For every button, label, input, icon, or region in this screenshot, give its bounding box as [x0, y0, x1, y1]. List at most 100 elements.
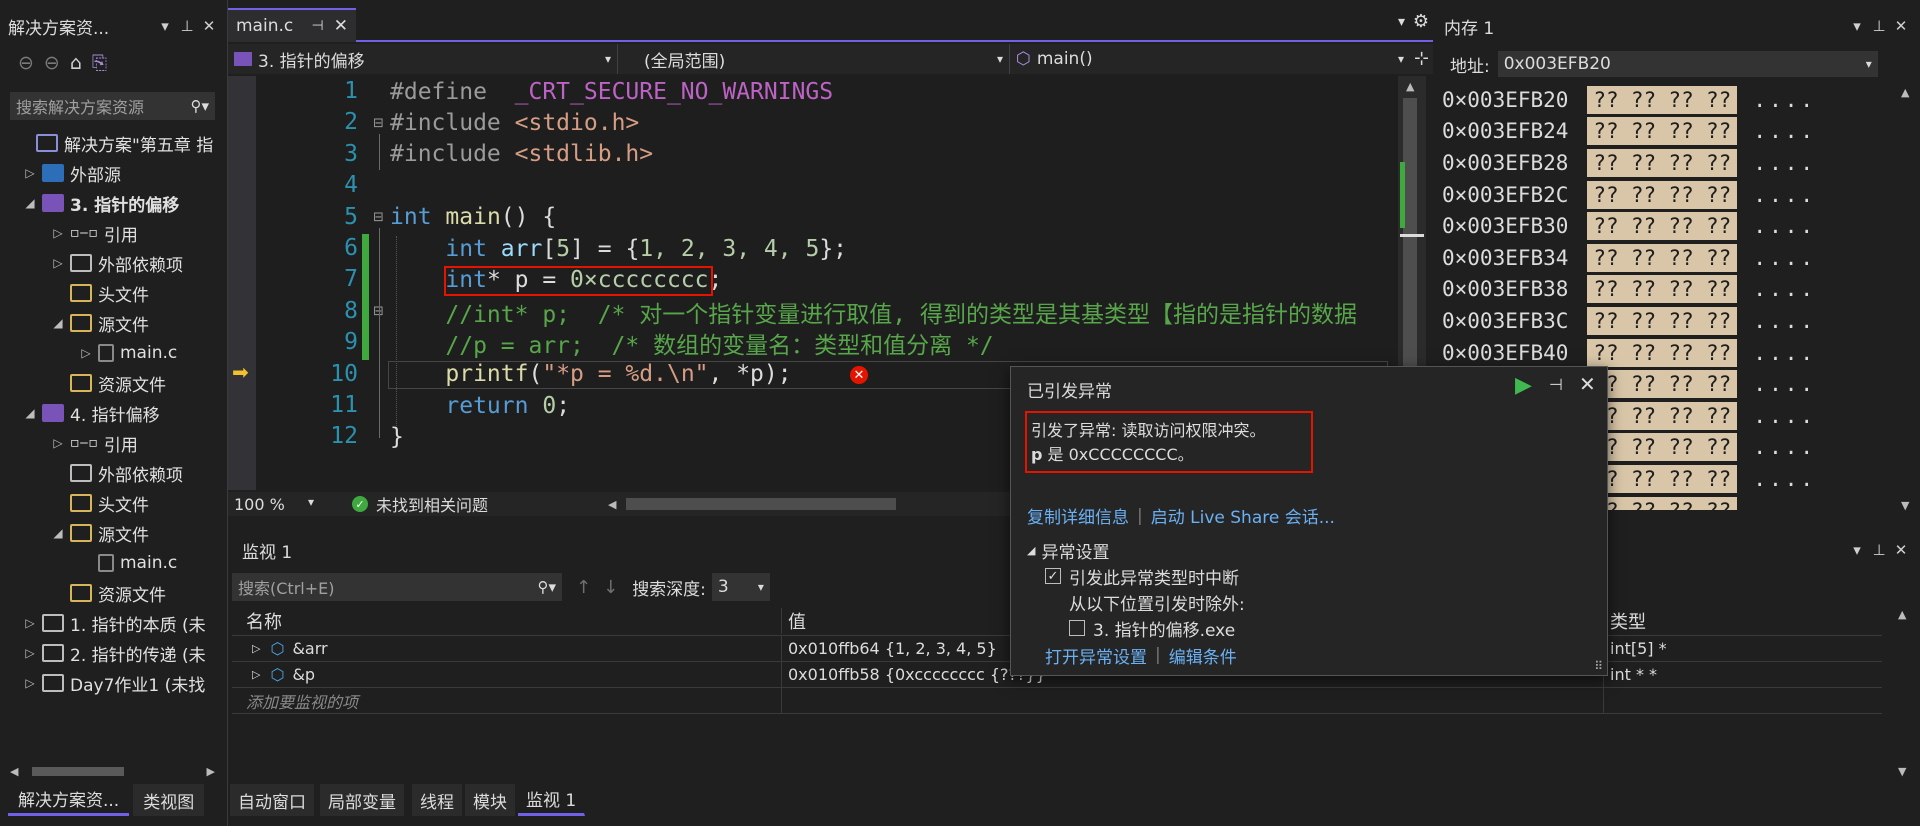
memory-byte[interactable]: ?? — [1668, 246, 1693, 270]
issues-status[interactable]: 未找到相关问题 — [376, 492, 488, 516]
memory-bytes[interactable]: ???????? — [1587, 401, 1738, 430]
live-share-link[interactable]: 启动 Live Share 会话... — [1151, 503, 1335, 528]
collapse-icon[interactable]: ◢ — [50, 316, 66, 330]
memory-byte[interactable]: ?? — [1631, 119, 1656, 143]
tree-header-files[interactable]: 头文件 — [66, 488, 149, 518]
memory-byte[interactable]: ?? — [1631, 341, 1656, 365]
search-input[interactable]: 搜索解决方案资源 — [16, 94, 190, 118]
memory-byte[interactable]: ?? — [1668, 435, 1693, 459]
memory-row[interactable]: 0×003EFB34????????.... — [1436, 242, 1816, 274]
collapse-icon[interactable]: ◢ — [50, 526, 66, 540]
memory-byte[interactable]: ?? — [1593, 88, 1618, 112]
memory-bytes[interactable]: ???????? — [1587, 212, 1738, 241]
memory-byte[interactable]: ?? — [1706, 246, 1731, 270]
column-header-name[interactable]: 名称 — [232, 607, 782, 634]
arrow-down-icon[interactable]: ↓ — [603, 577, 618, 598]
memory-byte[interactable]: ?? — [1631, 246, 1656, 270]
memory-byte[interactable]: ?? — [1668, 277, 1693, 301]
search-input[interactable]: 搜索(Ctrl+E) — [238, 575, 537, 599]
continue-play-icon[interactable]: ▶ — [1515, 373, 1532, 398]
memory-row[interactable]: 0×003EFB20????????.... — [1436, 84, 1816, 116]
tab-autos[interactable]: 自动窗口 — [230, 784, 315, 816]
tree-project-3[interactable]: ◢ 3. 指针的偏移 — [22, 188, 179, 218]
memory-byte[interactable]: ?? — [1706, 404, 1731, 428]
memory-row[interactable]: 0×003EFB28????????.... — [1436, 147, 1816, 179]
close-icon[interactable]: ✕ — [1579, 372, 1596, 396]
tree-main-c[interactable]: main.c — [94, 548, 177, 578]
memory-byte[interactable]: ?? — [1668, 214, 1693, 238]
memory-scrollbar[interactable]: ▲ ▼ — [1896, 84, 1918, 514]
memory-byte[interactable]: ?? — [1593, 309, 1618, 333]
memory-byte[interactable]: ?? — [1706, 309, 1731, 333]
memory-bytes[interactable]: ???????? — [1587, 464, 1738, 493]
tree-main-c[interactable]: ▷ main.c — [78, 338, 177, 368]
memory-byte[interactable]: ?? — [1668, 151, 1693, 175]
exe-checkbox[interactable] — [1069, 620, 1085, 636]
scope-dropdown[interactable]: (全局范围) ▾ — [618, 44, 1010, 74]
expand-icon[interactable]: ▷ — [252, 642, 260, 655]
memory-byte[interactable]: ?? — [1668, 309, 1693, 333]
memory-bytes[interactable]: ???????? — [1587, 180, 1738, 209]
memory-byte[interactable]: ?? — [1593, 119, 1618, 143]
tab-class-view[interactable]: 类视图 — [133, 784, 205, 816]
memory-row[interactable]: 0×003EFB2C????????.... — [1436, 179, 1816, 211]
project-dropdown[interactable]: 3. 指针的偏移 ▾ — [228, 44, 618, 74]
memory-byte[interactable]: ?? — [1668, 341, 1693, 365]
memory-byte[interactable]: ?? — [1631, 499, 1656, 510]
scroll-left-icon[interactable]: ◀ — [608, 498, 616, 511]
tree-solution[interactable]: 解决方案"第五章 指 — [32, 128, 213, 158]
watch-scrollbar[interactable]: ▲ ▼ — [1892, 606, 1916, 780]
memory-byte[interactable]: ?? — [1593, 341, 1618, 365]
memory-bytes[interactable]: ???????? — [1587, 496, 1738, 510]
search-icon[interactable]: ⚲▾ — [190, 97, 209, 115]
tab-main-c[interactable]: main.c ⊣ ✕ — [228, 8, 356, 42]
memory-bytes[interactable]: ???????? — [1587, 338, 1738, 367]
memory-byte[interactable]: ?? — [1706, 183, 1731, 207]
tree-source-files[interactable]: ◢ 源文件 — [50, 308, 149, 338]
memory-byte[interactable]: ?? — [1706, 277, 1731, 301]
zoom-dropdown[interactable]: 100 % ▾ — [228, 495, 320, 514]
memory-row[interactable]: 0×003EFB38????????.... — [1436, 274, 1816, 306]
memory-byte[interactable]: ?? — [1593, 246, 1618, 270]
collapse-box-icon[interactable]: ⊟ — [373, 210, 384, 225]
pin-icon[interactable]: ⊥ — [1868, 539, 1890, 561]
close-icon[interactable]: ✕ — [198, 15, 220, 37]
tree-external-deps[interactable]: 外部依赖项 — [66, 458, 183, 488]
edit-conditions-link[interactable]: 编辑条件 — [1169, 643, 1237, 668]
tree-source-files[interactable]: ◢ 源文件 — [50, 518, 149, 548]
expand-icon[interactable]: ▷ — [22, 676, 38, 690]
expand-icon[interactable]: ▷ — [78, 346, 94, 360]
home-icon[interactable]: ⌂ — [70, 52, 82, 74]
memory-byte[interactable]: ?? — [1706, 435, 1731, 459]
tree-external-deps[interactable]: ▷ 外部依赖项 — [50, 248, 183, 278]
close-icon[interactable]: ✕ — [1890, 539, 1912, 561]
memory-bytes[interactable]: ???????? — [1587, 275, 1738, 304]
memory-byte[interactable]: ?? — [1631, 309, 1656, 333]
break-checkbox[interactable]: ✓ — [1045, 568, 1061, 584]
tree-external-sources[interactable]: ▷ 外部源 — [22, 158, 121, 188]
tab-locals[interactable]: 局部变量 — [320, 784, 405, 816]
memory-byte[interactable]: ?? — [1668, 499, 1693, 510]
split-icon[interactable]: ⊹ — [1410, 44, 1433, 74]
pin-icon[interactable]: ⊥ — [176, 15, 198, 37]
scroll-up-icon[interactable]: ▲ — [1898, 608, 1906, 621]
memory-byte[interactable]: ?? — [1668, 183, 1693, 207]
tree-project-4[interactable]: ◢ 4. 指针偏移 — [22, 398, 160, 428]
memory-bytes[interactable]: ???????? — [1587, 306, 1738, 335]
tree-header-files[interactable]: 头文件 — [66, 278, 149, 308]
switch-views-icon[interactable]: ⎘ — [92, 52, 107, 74]
memory-row[interactable]: 0×003EFB3C????????.... — [1436, 305, 1816, 337]
tab-threads[interactable]: 线程 — [412, 784, 463, 816]
memory-byte[interactable]: ?? — [1593, 277, 1618, 301]
collapse-box-icon[interactable]: ⊟ — [373, 116, 384, 131]
tree-references[interactable]: ▷ ▫‒▫ 引用 — [50, 218, 138, 248]
copy-details-link[interactable]: 复制详细信息 — [1027, 503, 1129, 528]
tab-watch-1[interactable]: 监视 1 — [518, 784, 586, 816]
memory-byte[interactable]: ?? — [1593, 151, 1618, 175]
back-icon[interactable]: ⊖ — [18, 52, 34, 74]
expand-icon[interactable]: ▷ — [50, 436, 66, 450]
collapse-icon[interactable]: ◢ — [1027, 544, 1035, 557]
memory-byte[interactable]: ?? — [1593, 214, 1618, 238]
expand-icon[interactable]: ▷ — [22, 616, 38, 630]
memory-byte[interactable]: ?? — [1668, 88, 1693, 112]
